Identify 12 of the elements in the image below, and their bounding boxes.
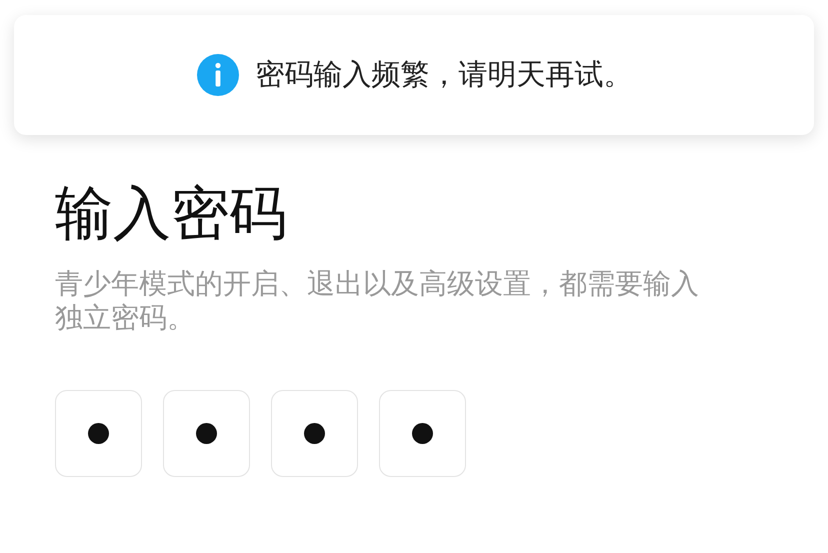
pin-dot-icon	[412, 423, 433, 444]
pin-box[interactable]	[271, 390, 358, 477]
pin-box[interactable]	[163, 390, 250, 477]
page-title: 输入密码	[55, 178, 288, 249]
toast-message: 密码输入频繁，请明天再试。	[256, 56, 632, 94]
pin-dot-icon	[196, 423, 217, 444]
pin-dot-icon	[88, 423, 109, 444]
info-icon	[196, 53, 240, 97]
pin-dot-icon	[304, 423, 325, 444]
description-text: 青少年模式的开启、退出以及高级设置，都需要输入独立密码。	[55, 267, 700, 335]
pin-box[interactable]	[379, 390, 466, 477]
pin-box[interactable]	[55, 390, 142, 477]
